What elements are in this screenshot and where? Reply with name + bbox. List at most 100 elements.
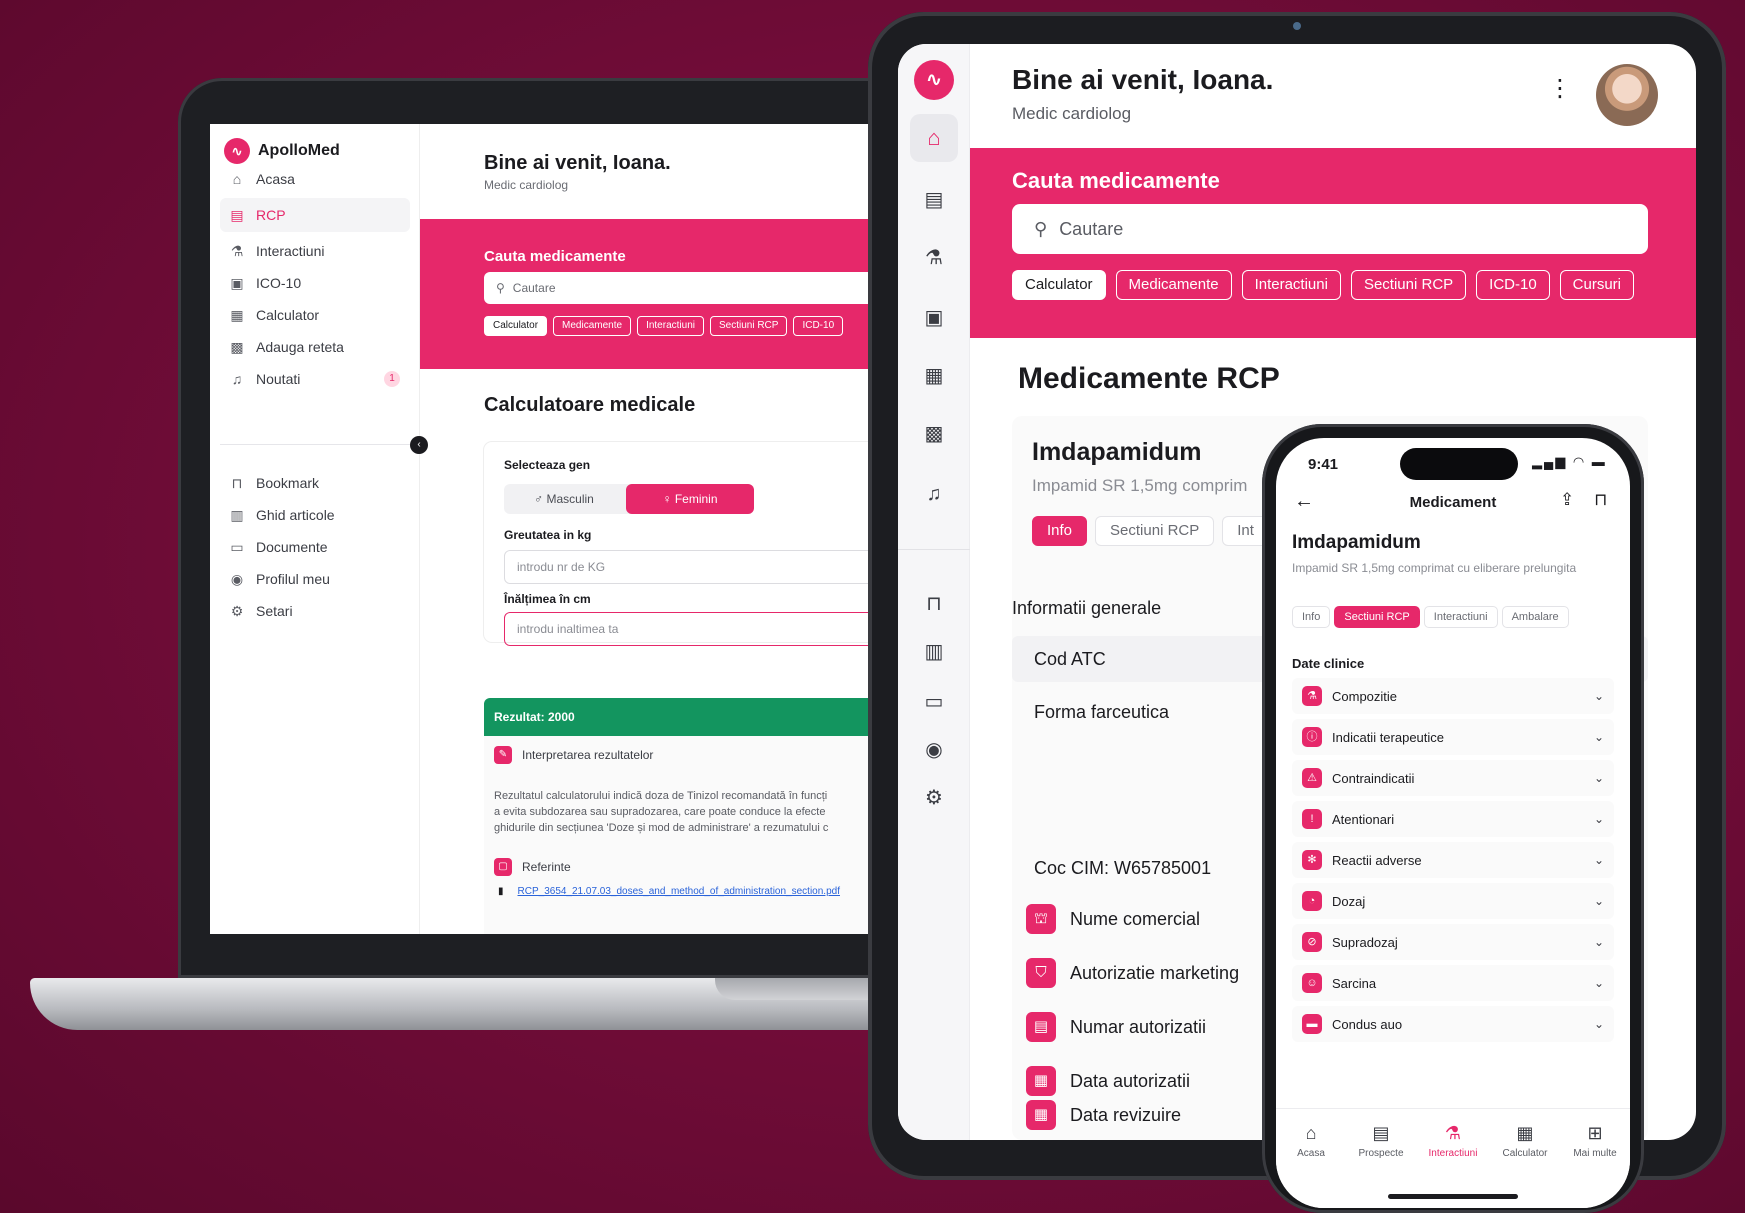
tablet-nav-rail: ∿ ⌂ ▤ ⚗ ▣ ▦ ▩ ♫ ⊓ ▥ ▭ ◉ ⚙ bbox=[898, 44, 970, 1140]
tab-sectiuni-rcp[interactable]: Sectiuni RCP bbox=[1334, 606, 1420, 628]
dynamic-island bbox=[1400, 448, 1518, 480]
chip-interactiuni[interactable]: Interactiuni bbox=[637, 316, 704, 336]
row-label: Atentionari bbox=[1332, 811, 1395, 827]
tab-info[interactable]: Info bbox=[1292, 606, 1331, 628]
chip-interactiuni[interactable]: Interactiuni bbox=[1241, 270, 1341, 300]
tabbar-prospecte[interactable]: ▤ Prospecte bbox=[1346, 1123, 1416, 1159]
chevron-down-icon: ⌄ bbox=[1593, 730, 1605, 744]
row-dozaj[interactable]: ◔ Dozaj ⌄ bbox=[1292, 883, 1614, 919]
sidebar-item-documente[interactable]: ▭ Documente bbox=[220, 530, 410, 564]
rail-newspaper-icon[interactable]: ▥ bbox=[910, 632, 958, 672]
search-input[interactable]: ⚲ Cautare bbox=[1012, 204, 1648, 254]
gender-male-button[interactable]: ♂ Masculin bbox=[504, 484, 624, 514]
chip-icd10[interactable]: ICD-10 bbox=[1476, 270, 1550, 300]
row-contraindicatii[interactable]: ⚠ Contraindicatii ⌄ bbox=[1292, 760, 1614, 796]
cim-value: Coc CIM: W65785001 bbox=[1034, 858, 1212, 878]
chevron-down-icon: ⌄ bbox=[1593, 894, 1605, 908]
row-compozitie[interactable]: ⚗ Compozitie ⌄ bbox=[1292, 678, 1614, 714]
sidebar-item-ico10[interactable]: ▣ ICO-10 bbox=[220, 266, 410, 300]
rail-gear-icon[interactable]: ⚙ bbox=[910, 778, 958, 818]
calculator-icon: ▦ bbox=[230, 306, 244, 323]
tab-ambalare[interactable]: Ambalare bbox=[1501, 606, 1569, 628]
sidebar-item-profilul-meu[interactable]: ◉ Profilul meu bbox=[220, 562, 410, 596]
tabbar-mai-multe[interactable]: ⊞ Mai multe bbox=[1560, 1123, 1630, 1159]
warning-icon: ⚠ bbox=[1302, 768, 1322, 788]
sidebar-item-setari[interactable]: ⚙ Setari bbox=[220, 594, 410, 628]
sidebar-item-calculator[interactable]: ▦ Calculator bbox=[220, 298, 410, 332]
rail-home-icon[interactable]: ⌂ bbox=[910, 114, 958, 162]
rail-bell-icon[interactable]: ♫ bbox=[910, 474, 958, 514]
search-chips: Calculator Medicamente Interactiuni Sect… bbox=[1012, 270, 1635, 300]
sidebar-item-label: Noutati bbox=[256, 371, 301, 387]
row-condus[interactable]: ▬ Condus auo ⌄ bbox=[1292, 1006, 1614, 1042]
row-label: Sarcina bbox=[1332, 975, 1377, 991]
tabbar-acasa[interactable]: ⌂ Acasa bbox=[1276, 1123, 1346, 1159]
chip-calculator[interactable]: Calculator bbox=[484, 316, 548, 336]
rail-user-circle-icon[interactable]: ◉ bbox=[910, 730, 958, 770]
rail-clipboard-icon[interactable]: ▣ bbox=[910, 298, 958, 338]
chevron-down-icon: ⌄ bbox=[1593, 935, 1605, 949]
row-supradozaj[interactable]: ⊘ Supradozaj ⌄ bbox=[1292, 924, 1614, 960]
row-indicatii[interactable]: ⓘ Indicatii terapeutice ⌄ bbox=[1292, 719, 1614, 755]
tab-info[interactable]: Info bbox=[1032, 516, 1088, 546]
flask-icon: ⚗ bbox=[230, 242, 244, 259]
laptop-sidebar: ∿ ApolloMed ⌂ Acasa ▤ RCP ⚗ Interactiuni… bbox=[210, 124, 420, 934]
tab-sectiuni-rcp[interactable]: Sectiuni RCP bbox=[1095, 516, 1215, 546]
avatar[interactable] bbox=[1596, 64, 1658, 126]
tabbar-interactiuni[interactable]: ⚗ Interactiuni bbox=[1418, 1123, 1488, 1159]
rail-flask-icon[interactable]: ⚗ bbox=[910, 238, 958, 278]
sidebar-item-interactiuni[interactable]: ⚗ Interactiuni bbox=[220, 234, 410, 268]
sidebar-item-label: Acasa bbox=[256, 171, 295, 187]
sidebar-item-adauga-reteta[interactable]: ▩ Adauga reteta bbox=[220, 330, 410, 364]
qr-icon: ▩ bbox=[230, 338, 244, 355]
flask-icon: ⚗ bbox=[1444, 1123, 1462, 1143]
status-time: 9:41 bbox=[1308, 456, 1339, 473]
bookmark-icon[interactable]: ⊓ bbox=[1594, 490, 1607, 510]
chip-calculator[interactable]: Calculator bbox=[1012, 270, 1106, 300]
bottom-tab-bar: ⌂ Acasa ▤ Prospecte ⚗ Interactiuni ▦ Cal… bbox=[1276, 1108, 1630, 1208]
app-logo[interactable]: ∿ ApolloMed bbox=[224, 138, 340, 164]
height-label: Înălțimea în cm bbox=[504, 592, 591, 606]
rail-calculator-icon[interactable]: ▦ bbox=[910, 356, 958, 396]
reference-link[interactable]: RCP_3654_21.07.03_doses_and_method_of_ad… bbox=[518, 886, 840, 897]
tabbar-calculator[interactable]: ▦ Calculator bbox=[1490, 1123, 1560, 1159]
gender-female-button[interactable]: ♀ Feminin bbox=[626, 484, 754, 514]
chip-sectiuni-rcp[interactable]: Sectiuni RCP bbox=[1350, 270, 1467, 300]
rail-qr-icon[interactable]: ▩ bbox=[910, 414, 958, 454]
rail-divider bbox=[898, 549, 970, 550]
row-atentionari[interactable]: ! Atentionari ⌄ bbox=[1292, 801, 1614, 837]
more-options-icon[interactable]: ⋮ bbox=[1548, 74, 1572, 103]
chip-medicamente[interactable]: Medicamente bbox=[1115, 270, 1232, 300]
info-item-label: Data autorizatii bbox=[1070, 1070, 1191, 1091]
user-role: Medic cardiolog bbox=[484, 178, 569, 192]
home-icon: ⌂ bbox=[232, 171, 242, 187]
sidebar-item-bookmark[interactable]: ⊓ Bookmark bbox=[220, 466, 410, 500]
sidebar-item-ghid-articole[interactable]: ▥ Ghid articole bbox=[220, 498, 410, 532]
pulse-logo-icon[interactable]: ∿ bbox=[914, 60, 954, 100]
row-label: Dozaj bbox=[1332, 893, 1366, 909]
sidebar-item-noutati[interactable]: ♫ Noutati 1 bbox=[220, 362, 410, 396]
row-label: Reactii adverse bbox=[1332, 852, 1422, 868]
tabbar-label: Mai multe bbox=[1573, 1148, 1617, 1159]
share-icon[interactable]: ⇪ bbox=[1560, 490, 1574, 510]
row-sarcina[interactable]: ☺ Sarcina ⌄ bbox=[1292, 965, 1614, 1001]
chip-medicamente[interactable]: Medicamente bbox=[553, 316, 632, 336]
tab-interactiuni[interactable]: Interactiuni bbox=[1423, 606, 1498, 628]
sidebar-item-rcp[interactable]: ▤ RCP bbox=[220, 198, 410, 232]
rail-folder-icon[interactable]: ▭ bbox=[910, 682, 958, 722]
chip-icd10[interactable]: ICD-10 bbox=[793, 316, 844, 336]
sidebar-item-label: Profilul meu bbox=[256, 571, 330, 587]
grid-plus-icon: ⊞ bbox=[1587, 1123, 1603, 1143]
rail-bottle-icon[interactable]: ▤ bbox=[910, 180, 958, 220]
bell-icon: ♫ bbox=[231, 371, 243, 387]
row-reactii-adverse[interactable]: ✻ Reactii adverse ⌄ bbox=[1292, 842, 1614, 878]
row-label: Contraindicatii bbox=[1332, 770, 1415, 786]
search-title: Cauta medicamente bbox=[484, 248, 626, 265]
alert-icon: ! bbox=[1302, 809, 1322, 829]
chip-sectiuni-rcp[interactable]: Sectiuni RCP bbox=[709, 316, 788, 336]
sidebar-item-label: Ghid articole bbox=[256, 507, 335, 523]
chip-cursuri[interactable]: Cursuri bbox=[1559, 270, 1635, 300]
rail-bookmark-icon[interactable]: ⊓ bbox=[910, 584, 958, 624]
row-label: Supradozaj bbox=[1332, 934, 1398, 950]
sidebar-item-acasa[interactable]: ⌂ Acasa bbox=[220, 162, 410, 196]
